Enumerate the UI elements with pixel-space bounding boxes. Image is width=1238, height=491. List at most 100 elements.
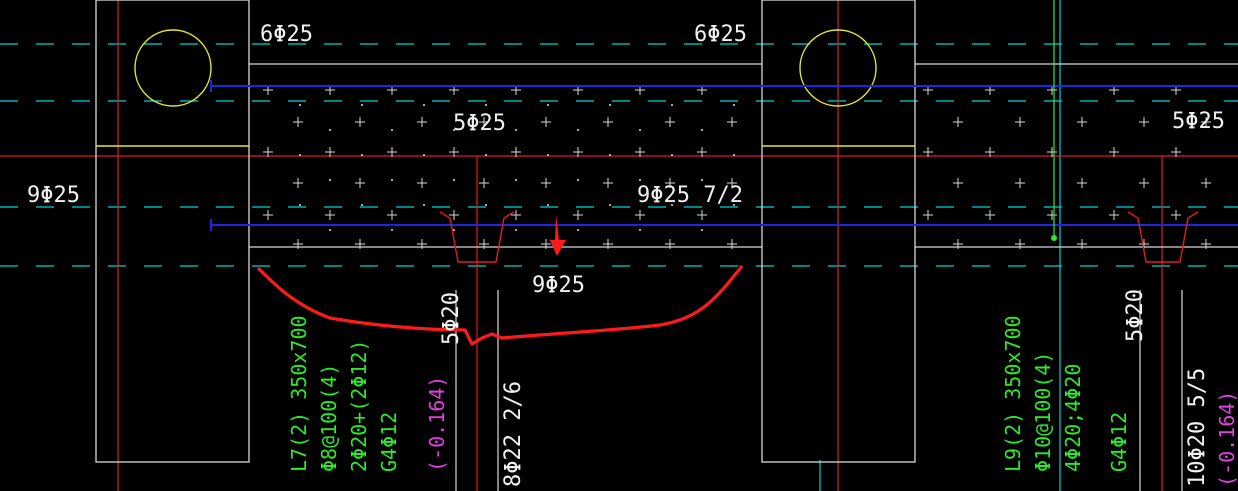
hatch-dot xyxy=(361,154,363,156)
hatch-dot xyxy=(485,104,487,106)
label-mid-right: 5Φ25 xyxy=(1172,109,1225,134)
beam-L7-bottom-bars: 8Φ22 2/6 xyxy=(501,381,526,487)
hatch-dot xyxy=(391,179,393,181)
hatch-cross xyxy=(355,178,365,188)
beam-L9-name: L9(2) 350x700 xyxy=(1001,315,1025,472)
hatch-cross xyxy=(1077,117,1087,127)
hatch-dot xyxy=(671,104,673,106)
beam-L7-main-bars: 2Φ20+(2Φ12) xyxy=(347,340,371,472)
hatch-cross xyxy=(923,210,933,220)
hatch-cross xyxy=(1201,178,1211,188)
hatch-dot xyxy=(733,104,735,106)
beam-L9-top-bars: 5Φ20 xyxy=(1123,289,1148,342)
hatch-cross xyxy=(1109,210,1119,220)
hatch-dot xyxy=(609,104,611,106)
hatch-dot xyxy=(671,154,673,156)
hatch-dot xyxy=(485,204,487,206)
hatch-cross xyxy=(511,210,521,220)
label-mid-left: 5Φ25 xyxy=(453,111,506,136)
label-below-beam: 9Φ25 xyxy=(532,273,585,298)
column-circle-left xyxy=(134,29,212,107)
hatch-cross xyxy=(1171,210,1181,220)
hatch-dot xyxy=(423,204,425,206)
hatch-cross xyxy=(1139,178,1149,188)
hatch-dot xyxy=(391,129,393,131)
green-dot xyxy=(1051,235,1057,241)
hatch-dot xyxy=(361,204,363,206)
hatch-dot xyxy=(329,229,331,231)
hatch-dot xyxy=(423,104,425,106)
markup-arrow xyxy=(550,214,566,256)
hatch-cross xyxy=(355,117,365,127)
hatch-dot xyxy=(639,129,641,131)
hatch-dot xyxy=(391,229,393,231)
hatch-dot xyxy=(329,129,331,131)
hatch-cross xyxy=(1047,210,1057,220)
hatch-cross xyxy=(1139,117,1149,127)
hatch-dot xyxy=(609,154,611,156)
hatch-cross xyxy=(727,117,737,127)
hatch-dot xyxy=(733,154,735,156)
label-left-side: 9Φ25 xyxy=(27,183,80,208)
hatch-cross xyxy=(325,210,335,220)
hatch-dot xyxy=(609,204,611,206)
hatch-cross xyxy=(293,178,303,188)
hatch-cross xyxy=(953,117,963,127)
beam-L9-side-bars: G4Φ12 xyxy=(1107,412,1131,472)
hatch-dot xyxy=(547,104,549,106)
hatch-dot xyxy=(485,154,487,156)
hatch-cross xyxy=(417,117,427,127)
hatch-cross xyxy=(697,210,707,220)
hatch-cross xyxy=(417,178,427,188)
column-left xyxy=(95,0,250,463)
hatch-dot xyxy=(701,229,703,231)
beam-L9-main-bars: 4Φ20;4Φ20 xyxy=(1061,364,1085,472)
hatch-cross xyxy=(1077,178,1087,188)
hatch-cross xyxy=(573,210,583,220)
label-top-left: 6Φ25 xyxy=(260,22,313,47)
hatch-cross xyxy=(1015,117,1025,127)
hatch-dot xyxy=(299,104,301,106)
hatch-cross xyxy=(293,117,303,127)
hatch-dot xyxy=(701,129,703,131)
hatch-dot xyxy=(577,229,579,231)
hatch-dot xyxy=(329,179,331,181)
hatch-cross xyxy=(541,178,551,188)
hatch-dot xyxy=(453,229,455,231)
beam-L7-annotation: L7(2) 350x700 Φ8@100(4) 2Φ20+(2Φ12) G4Φ1… xyxy=(287,292,526,487)
hatch-dot xyxy=(577,129,579,131)
hatch-dot xyxy=(453,179,455,181)
hatch-dot xyxy=(515,229,517,231)
section-marks xyxy=(439,211,1199,263)
hatch-dot xyxy=(515,129,517,131)
hatch-dot xyxy=(577,179,579,181)
beam-L9-elevation: (-0.164) xyxy=(1215,391,1238,487)
hatch-dot xyxy=(299,204,301,206)
green-marker xyxy=(1051,0,1057,241)
hatch-cross xyxy=(541,117,551,127)
hatch-cross xyxy=(603,117,613,127)
beam-L9-bottom-bars: 10Φ20 5/5 xyxy=(1185,368,1210,487)
beam-L7-top-bars: 5Φ20 xyxy=(439,292,464,345)
hatch-dot xyxy=(423,154,425,156)
beam-L7-elevation: (-0.164) xyxy=(425,376,449,472)
section-mark-right xyxy=(1127,211,1199,263)
hatch-dot xyxy=(547,154,549,156)
hatch-cross xyxy=(603,178,613,188)
hatch-dot xyxy=(701,179,703,181)
hatch-cross xyxy=(263,210,273,220)
hatch-cross xyxy=(1015,178,1025,188)
hatch-dot xyxy=(547,204,549,206)
beam-L7-side-bars: G4Φ12 xyxy=(377,412,401,472)
beam-L9-stirrup: Φ10@100(4) xyxy=(1031,352,1055,472)
cad-drawing-canvas[interactable]: 6Φ25 6Φ25 5Φ25 5Φ25 9Φ25 9Φ25 7/2 9Φ25 L… xyxy=(0,0,1238,491)
markup-curve xyxy=(256,265,744,346)
hatch-dot xyxy=(639,179,641,181)
hatch-dot xyxy=(639,229,641,231)
beam-L9-annotation: L9(2) 350x700 Φ10@100(4) 4Φ20;4Φ20 G4Φ12… xyxy=(1001,289,1238,487)
beam-L7-name: L7(2) 350x700 xyxy=(287,315,311,472)
label-span-bottom: 9Φ25 7/2 xyxy=(637,183,743,208)
hatch-cross xyxy=(635,210,645,220)
beam-L7-stirrup: Φ8@100(4) xyxy=(317,364,341,472)
hatch-dot xyxy=(515,179,517,181)
